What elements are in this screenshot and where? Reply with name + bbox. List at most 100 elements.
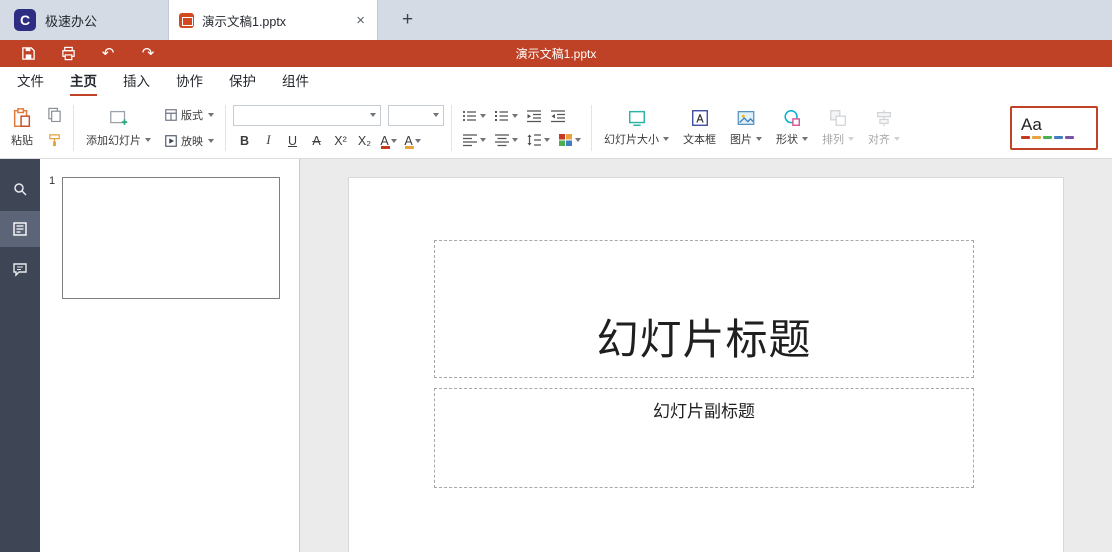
arrange-icon: [830, 110, 846, 126]
slide-size-button[interactable]: 幻灯片大小: [599, 105, 674, 150]
search-icon: [14, 183, 27, 196]
italic-button[interactable]: I: [257, 131, 280, 151]
superscript-button[interactable]: X²: [329, 131, 352, 151]
bullet-list-icon: [462, 110, 476, 121]
subtitle-placeholder[interactable]: 幻灯片副标题: [434, 388, 974, 488]
strikethrough-button[interactable]: A: [305, 131, 328, 151]
document-tab[interactable]: 演示文稿1.pptx ×: [168, 0, 378, 40]
chevron-down-icon: [663, 137, 669, 141]
insert-group: 幻灯片大小 文本框 图片 形状 排列 对齐: [599, 105, 905, 150]
align-center-button[interactable]: [491, 130, 521, 150]
menu-protect[interactable]: 保护: [216, 70, 269, 97]
app-window: C 极速办公 演示文稿1.pptx × + ↶ ↷ 演示文稿1.pptx 文件 …: [0, 0, 1112, 552]
ribbon-divider: [591, 104, 592, 151]
menu-home[interactable]: 主页: [57, 70, 110, 97]
font-color-button[interactable]: A: [377, 131, 400, 151]
shading-color-icon: [559, 133, 572, 146]
slide-thumbnail[interactable]: [62, 177, 280, 299]
layout-button[interactable]: 版式: [160, 104, 218, 126]
theme-palette: [1021, 136, 1087, 140]
ribbon-divider: [451, 104, 452, 151]
chevron-down-icon: [208, 138, 214, 143]
line-spacing-button[interactable]: [523, 130, 553, 150]
chevron-down-icon: [433, 113, 439, 117]
save-button[interactable]: [8, 40, 48, 67]
ribbon-divider: [73, 104, 74, 151]
arrange-button: 排列: [817, 105, 859, 150]
font-name-select[interactable]: [233, 104, 381, 126]
menu-insert[interactable]: 插入: [110, 70, 163, 97]
new-tab-button[interactable]: +: [388, 0, 427, 40]
chevron-down-icon: [512, 113, 518, 118]
slide-title-text: 幻灯片标题: [596, 316, 812, 363]
chevron-down-icon: [848, 137, 854, 141]
textbox-button[interactable]: 文本框: [678, 105, 721, 150]
slide-subtitle-text: 幻灯片副标题: [653, 402, 755, 421]
paste-button[interactable]: 粘贴: [6, 104, 38, 151]
shape-icon: [784, 110, 800, 126]
increase-indent-button[interactable]: [547, 106, 569, 126]
add-slide-button[interactable]: 添加幻灯片: [81, 104, 156, 151]
slides-group: 添加幻灯片 版式 放映: [81, 104, 218, 152]
picture-button[interactable]: 图片: [725, 105, 767, 150]
align-objects-button: 对齐: [863, 105, 905, 150]
title-bar: ↶ ↷ 演示文稿1.pptx: [0, 40, 1112, 67]
font-size-select[interactable]: [388, 104, 444, 126]
save-icon: [21, 47, 35, 60]
redo-button[interactable]: ↷: [128, 40, 168, 67]
paste-icon: [13, 108, 31, 127]
title-placeholder[interactable]: 幻灯片标题: [434, 240, 974, 378]
bullet-list-button[interactable]: [459, 106, 489, 126]
format-painter-icon: [48, 134, 60, 147]
numbered-list-button[interactable]: [491, 106, 521, 126]
app-logo-icon: C: [14, 9, 36, 31]
ribbon-divider: [225, 104, 226, 151]
undo-button[interactable]: ↶: [88, 40, 128, 67]
comment-icon: [13, 263, 27, 277]
play-slideshow-button[interactable]: 放映: [160, 130, 218, 152]
copy-icon: [47, 107, 61, 122]
slide-page[interactable]: 幻灯片标题 幻灯片副标题: [349, 178, 1063, 552]
shape-button[interactable]: 形状: [771, 105, 813, 150]
subscript-button[interactable]: X₂: [353, 131, 376, 151]
chevron-down-icon: [208, 112, 214, 117]
bold-button[interactable]: B: [233, 131, 256, 151]
menu-file[interactable]: 文件: [4, 70, 57, 97]
chevron-down-icon: [414, 138, 421, 143]
main-area: 1 幻灯片标题 幻灯片副标题: [0, 159, 1112, 552]
numbered-list-icon: [495, 110, 508, 121]
menu-collaborate[interactable]: 协作: [163, 70, 216, 97]
print-button[interactable]: [48, 40, 88, 67]
left-sidebar: [0, 159, 40, 552]
format-painter-button[interactable]: [42, 130, 66, 152]
chevron-down-icon: [370, 113, 376, 117]
chevron-down-icon: [390, 138, 397, 143]
shading-color-button[interactable]: [555, 130, 584, 150]
app-brand[interactable]: C 极速办公: [0, 0, 168, 40]
highlight-color-button[interactable]: A: [401, 131, 424, 151]
quick-access-toolbar: ↶ ↷: [8, 40, 168, 67]
copy-button[interactable]: [42, 104, 66, 126]
font-group: B I U A X² X₂ A A: [233, 104, 444, 151]
decrease-indent-button[interactable]: [523, 106, 545, 126]
align-left-button[interactable]: [459, 130, 489, 150]
search-button[interactable]: [0, 171, 40, 207]
slide-number: 1: [49, 175, 56, 187]
line-spacing-icon: [527, 133, 541, 146]
chevron-down-icon: [145, 138, 151, 142]
redo-icon: ↷: [141, 45, 155, 62]
chevron-down-icon: [544, 137, 550, 142]
menu-components[interactable]: 组件: [269, 70, 322, 97]
comments-button[interactable]: [0, 251, 40, 287]
chevron-down-icon: [575, 137, 581, 142]
menu-bar: 文件 主页 插入 协作 保护 组件: [0, 67, 1112, 97]
underline-button[interactable]: U: [281, 131, 304, 151]
tab-close-icon[interactable]: ×: [354, 12, 367, 29]
slide-panel-button[interactable]: [0, 211, 40, 247]
chevron-down-icon: [512, 137, 518, 142]
editing-canvas: 幻灯片标题 幻灯片副标题: [300, 159, 1112, 552]
chevron-down-icon: [802, 137, 808, 141]
align-center-icon: [495, 133, 509, 146]
font-color-swatch: [381, 145, 390, 149]
theme-gallery[interactable]: Aa: [1010, 105, 1098, 150]
